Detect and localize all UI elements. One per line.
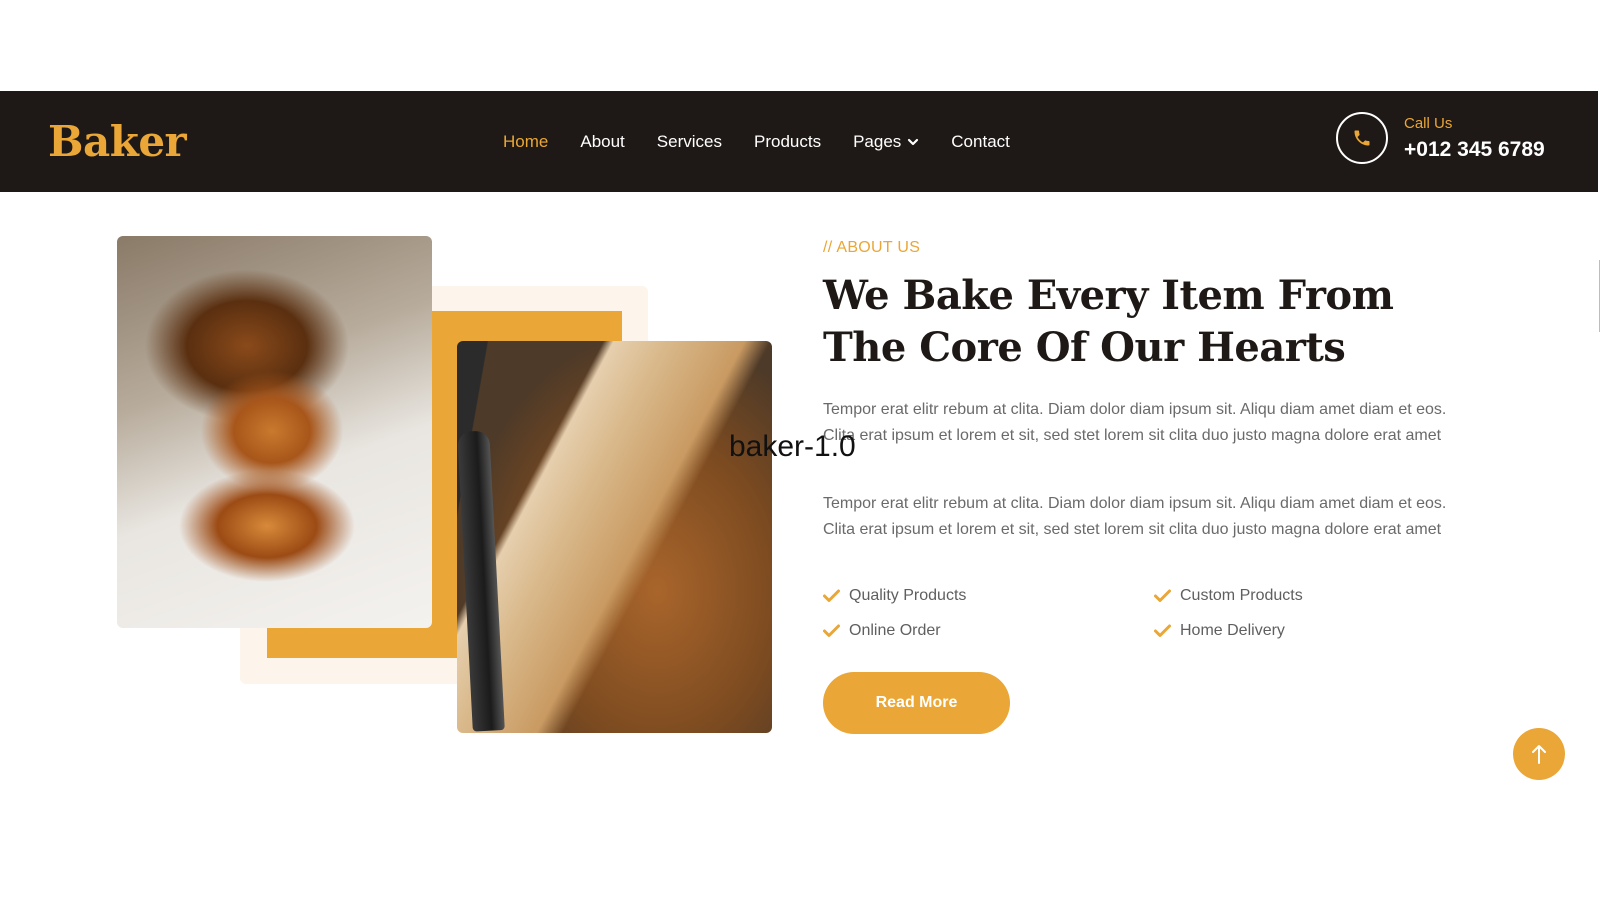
check-icon — [1154, 624, 1171, 637]
call-number[interactable]: +012 345 6789 — [1404, 138, 1545, 162]
section-heading: We Bake Every Item From The Core Of Our … — [823, 272, 1394, 371]
main-nav: Home About Services Products Pages Conta… — [503, 91, 1010, 192]
back-to-top-button[interactable] — [1513, 728, 1565, 780]
feature-label: Quality Products — [849, 587, 967, 604]
check-icon — [1154, 589, 1171, 602]
about-paragraph-1: Tempor erat elitr rebum at clita. Diam d… — [823, 401, 1447, 444]
feature-label: Home Delivery — [1180, 622, 1285, 639]
feature-item: Quality Products — [823, 585, 1154, 607]
feature-list: Quality Products Custom Products Online … — [823, 585, 1443, 642]
nav-contact[interactable]: Contact — [951, 132, 1010, 152]
feature-item: Home Delivery — [1154, 620, 1443, 642]
feature-label: Online Order — [849, 622, 941, 639]
nav-pages-dropdown[interactable]: Pages — [853, 132, 919, 152]
phone-icon — [1354, 130, 1370, 146]
check-icon — [823, 589, 840, 602]
feature-item: Custom Products — [1154, 585, 1443, 607]
feature-label: Custom Products — [1180, 587, 1303, 604]
read-more-button[interactable]: Read More — [823, 672, 1010, 734]
nav-services[interactable]: Services — [657, 132, 722, 152]
nav-about[interactable]: About — [580, 132, 624, 152]
nav-home[interactable]: Home — [503, 132, 548, 152]
about-paragraph-2: Tempor erat elitr rebum at clita. Diam d… — [823, 495, 1447, 538]
knife-shape — [457, 430, 505, 732]
navbar: Baker Home About Services Products Pages… — [0, 91, 1598, 192]
call-label: Call Us — [1404, 115, 1453, 132]
logo[interactable]: Baker — [48, 117, 187, 166]
call-info: Call Us +012 345 6789 — [1404, 115, 1545, 162]
version-watermark: baker-1.0 — [729, 430, 856, 463]
arrow-up-icon — [1532, 745, 1546, 764]
section-eyebrow: // ABOUT US — [823, 239, 921, 256]
bread-image — [457, 341, 772, 733]
nav-pages-label: Pages — [853, 131, 902, 151]
croissant-image — [117, 236, 432, 628]
chevron-down-icon — [908, 138, 919, 145]
call-button[interactable] — [1336, 112, 1388, 164]
nav-products[interactable]: Products — [754, 132, 821, 152]
feature-item: Online Order — [823, 620, 1154, 642]
check-icon — [823, 624, 840, 637]
